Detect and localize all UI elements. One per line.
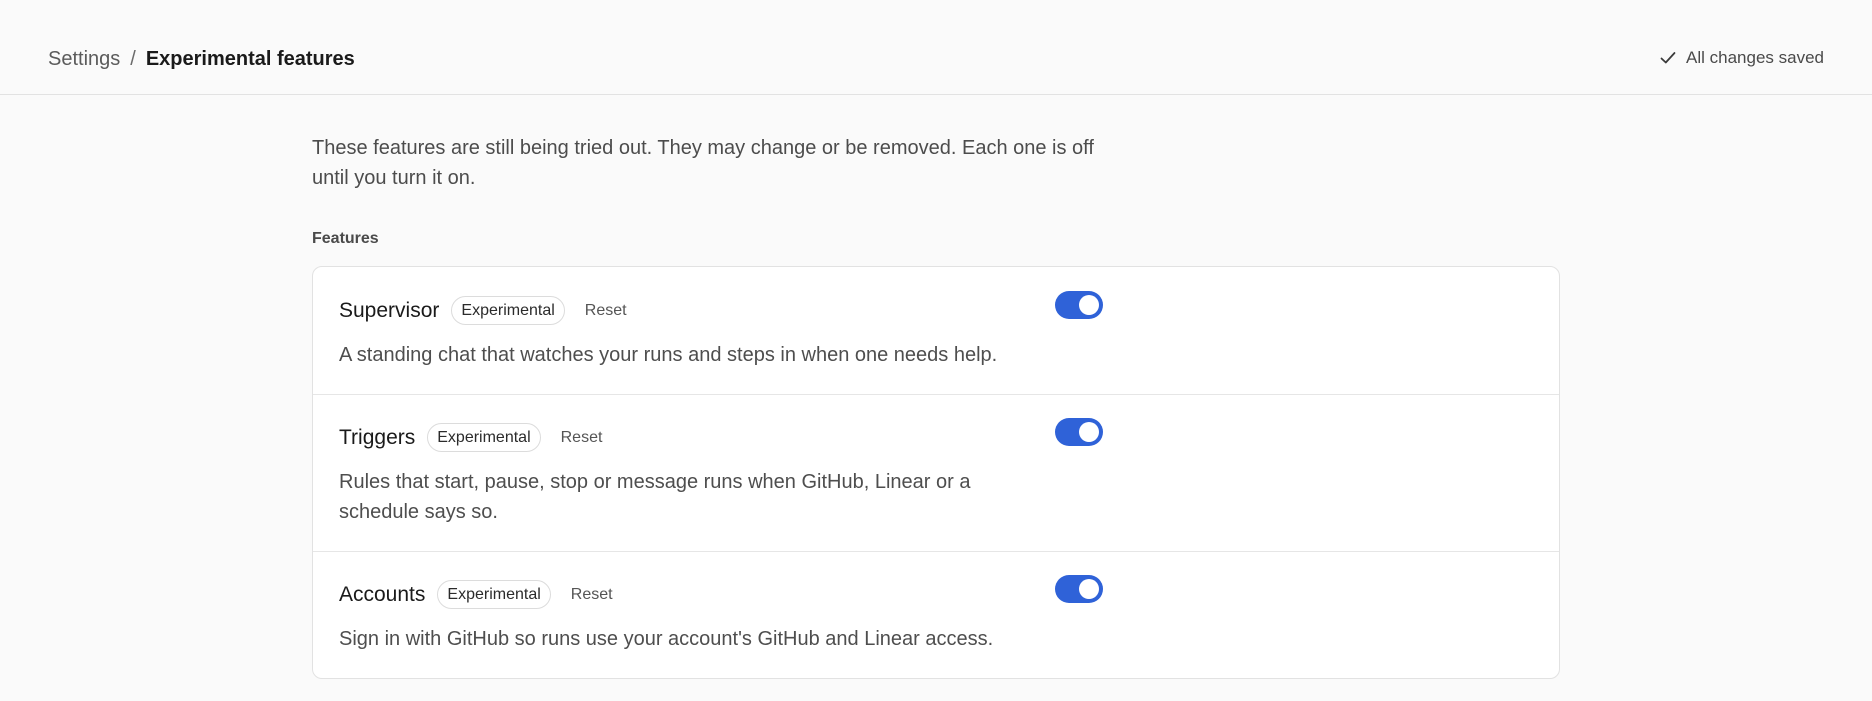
save-status: All changes saved xyxy=(1660,48,1824,68)
feature-name: Supervisor xyxy=(339,298,440,322)
feature-row-triggers: Triggers Experimental Reset Rules that s… xyxy=(313,395,1559,552)
feature-header: Triggers Experimental Reset xyxy=(339,423,602,452)
reset-button[interactable]: Reset xyxy=(585,302,627,320)
experimental-badge: Experimental xyxy=(451,296,565,325)
feature-header: Accounts Experimental Reset xyxy=(339,580,613,609)
feature-row-supervisor: Supervisor Experimental Reset A standing… xyxy=(313,267,1559,395)
feature-header: Supervisor Experimental Reset xyxy=(339,296,627,325)
feature-description: Rules that start, pause, stop or message… xyxy=(339,471,971,523)
page-title: Experimental features xyxy=(145,48,355,70)
reset-button[interactable]: Reset xyxy=(571,586,613,604)
feature-row-accounts: Accounts Experimental Reset Sign in with… xyxy=(313,552,1559,678)
toggle-knob xyxy=(1079,422,1099,442)
toggle-knob xyxy=(1079,295,1099,315)
supervisor-toggle[interactable] xyxy=(1055,291,1103,319)
feature-description: A standing chat that watches your runs a… xyxy=(339,344,998,366)
features-card: Supervisor Experimental Reset A standing… xyxy=(312,266,1560,679)
accounts-toggle[interactable] xyxy=(1055,575,1103,603)
feature-name: Accounts xyxy=(339,582,426,606)
feature-description: Sign in with GitHub so runs use your acc… xyxy=(339,628,994,650)
check-icon xyxy=(1660,51,1676,65)
triggers-toggle[interactable] xyxy=(1055,418,1103,446)
toggle-knob xyxy=(1079,579,1099,599)
save-status-text: All changes saved xyxy=(1686,48,1824,67)
breadcrumb-separator: / xyxy=(130,48,136,70)
top-bar: Settings / Experimental features All cha… xyxy=(0,0,1872,95)
breadcrumb-settings-link[interactable]: Settings xyxy=(48,48,120,71)
feature-name: Triggers xyxy=(339,425,416,449)
breadcrumb: Settings / Experimental features xyxy=(48,48,355,71)
experimental-badge: Experimental xyxy=(437,580,551,609)
intro-text: These features are still being tried out… xyxy=(312,137,1094,189)
experimental-badge: Experimental xyxy=(427,423,541,452)
reset-button[interactable]: Reset xyxy=(561,429,603,447)
section-label: Features xyxy=(312,230,379,247)
